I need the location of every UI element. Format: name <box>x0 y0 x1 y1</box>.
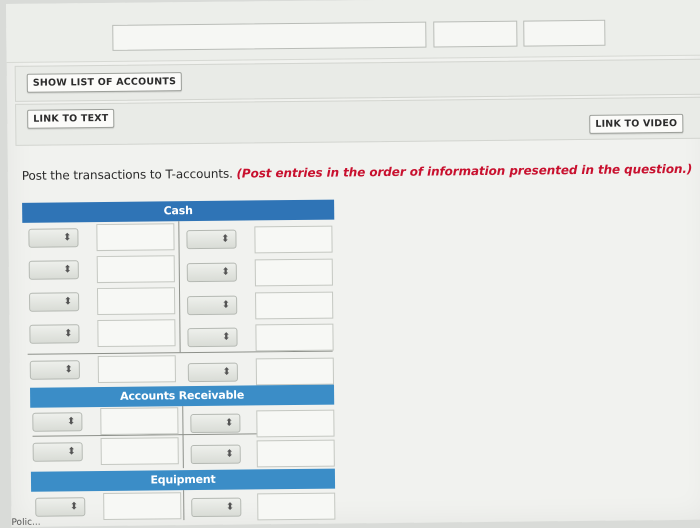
top-input-wide[interactable] <box>112 21 427 51</box>
instruction-main: Post the transactions to T-accounts. <box>21 166 237 183</box>
credit-amount-input[interactable] <box>255 357 335 386</box>
debit-account-select[interactable]: ⬍ <box>32 442 83 462</box>
top-input-middle[interactable] <box>433 20 518 48</box>
credit-account-select[interactable]: ⬍ <box>191 497 242 518</box>
debit-account-select[interactable]: ⬍ <box>35 497 86 517</box>
footer-text: Polic... <box>11 517 41 528</box>
up-down-arrows-icon: ⬍ <box>64 328 73 340</box>
credit-amount-input[interactable] <box>257 492 336 521</box>
debit-amount-input[interactable] <box>100 407 179 436</box>
page: SHOW LIST OF ACCOUNTS LINK TO TEXT LINK … <box>6 0 700 528</box>
up-down-arrows-icon: ⬍ <box>69 501 79 513</box>
up-down-arrows-icon: ⬍ <box>221 299 231 311</box>
up-down-arrows-icon: ⬍ <box>63 232 72 244</box>
debit-amount-input[interactable] <box>103 492 182 521</box>
credit-amount-input[interactable] <box>255 291 334 320</box>
up-down-arrows-icon: ⬍ <box>221 233 230 245</box>
debit-account-select[interactable]: ⬍ <box>28 228 79 248</box>
top-input-strip <box>6 0 700 63</box>
up-down-arrows-icon: ⬍ <box>224 417 234 429</box>
credit-amount-input[interactable] <box>255 323 334 352</box>
up-down-arrows-icon: ⬍ <box>222 366 231 378</box>
t-account-divider-cash <box>178 221 181 353</box>
t-account-header-accounts-receivable: Accounts Receivable <box>30 384 335 408</box>
debit-account-select[interactable]: ⬍ <box>28 260 79 280</box>
debit-amount-input[interactable] <box>97 319 176 348</box>
credit-account-select[interactable]: ⬍ <box>187 295 238 316</box>
debit-account-select[interactable]: ⬍ <box>32 412 83 432</box>
t-account-divider-accounts-receivable <box>182 406 184 469</box>
up-down-arrows-icon: ⬍ <box>66 416 76 428</box>
up-down-arrows-icon: ⬍ <box>67 446 76 458</box>
instruction-hint: (Post entries in the order of informatio… <box>236 161 693 181</box>
t-account-header-equipment: Equipment <box>30 468 336 492</box>
credit-amount-input[interactable] <box>256 409 335 438</box>
debit-amount-input[interactable] <box>96 287 176 316</box>
credit-amount-input[interactable] <box>254 258 333 287</box>
top-input-right[interactable] <box>523 19 606 47</box>
up-down-arrows-icon: ⬍ <box>221 266 230 278</box>
credit-amount-input[interactable] <box>254 225 333 254</box>
link-to-video-button[interactable]: LINK TO VIDEO <box>589 113 684 134</box>
t-account-divider-equipment <box>183 490 185 521</box>
up-down-arrows-icon: ⬍ <box>63 296 73 308</box>
debit-amount-input[interactable] <box>96 223 175 252</box>
debit-amount-input[interactable] <box>96 255 175 284</box>
t-account-header-cash: Cash <box>22 199 335 223</box>
up-down-arrows-icon: ⬍ <box>225 501 235 513</box>
debit-account-select[interactable]: ⬍ <box>29 292 80 312</box>
show-list-of-accounts-button[interactable]: SHOW LIST OF ACCOUNTS <box>26 72 183 93</box>
t-account-total-line-cash <box>27 350 333 355</box>
debit-amount-input[interactable] <box>97 355 176 384</box>
up-down-arrows-icon: ⬍ <box>63 264 72 276</box>
up-down-arrows-icon: ⬍ <box>222 331 231 343</box>
credit-amount-input[interactable] <box>256 439 335 468</box>
credit-account-select[interactable]: ⬍ <box>186 229 237 250</box>
up-down-arrows-icon: ⬍ <box>64 364 73 376</box>
credit-account-select[interactable]: ⬍ <box>187 327 238 348</box>
credit-account-select[interactable]: ⬍ <box>186 262 237 283</box>
instruction-text: Post the transactions to T-accounts. (Po… <box>22 162 693 183</box>
credit-account-select[interactable]: ⬍ <box>190 413 241 434</box>
credit-account-select[interactable]: ⬍ <box>190 444 241 465</box>
debit-amount-input[interactable] <box>100 437 179 466</box>
debit-account-select[interactable]: ⬍ <box>29 324 80 344</box>
link-to-text-button[interactable]: LINK TO TEXT <box>27 108 115 129</box>
up-down-arrows-icon: ⬍ <box>225 448 234 460</box>
credit-account-select[interactable]: ⬍ <box>187 362 238 383</box>
debit-account-select[interactable]: ⬍ <box>29 360 80 380</box>
